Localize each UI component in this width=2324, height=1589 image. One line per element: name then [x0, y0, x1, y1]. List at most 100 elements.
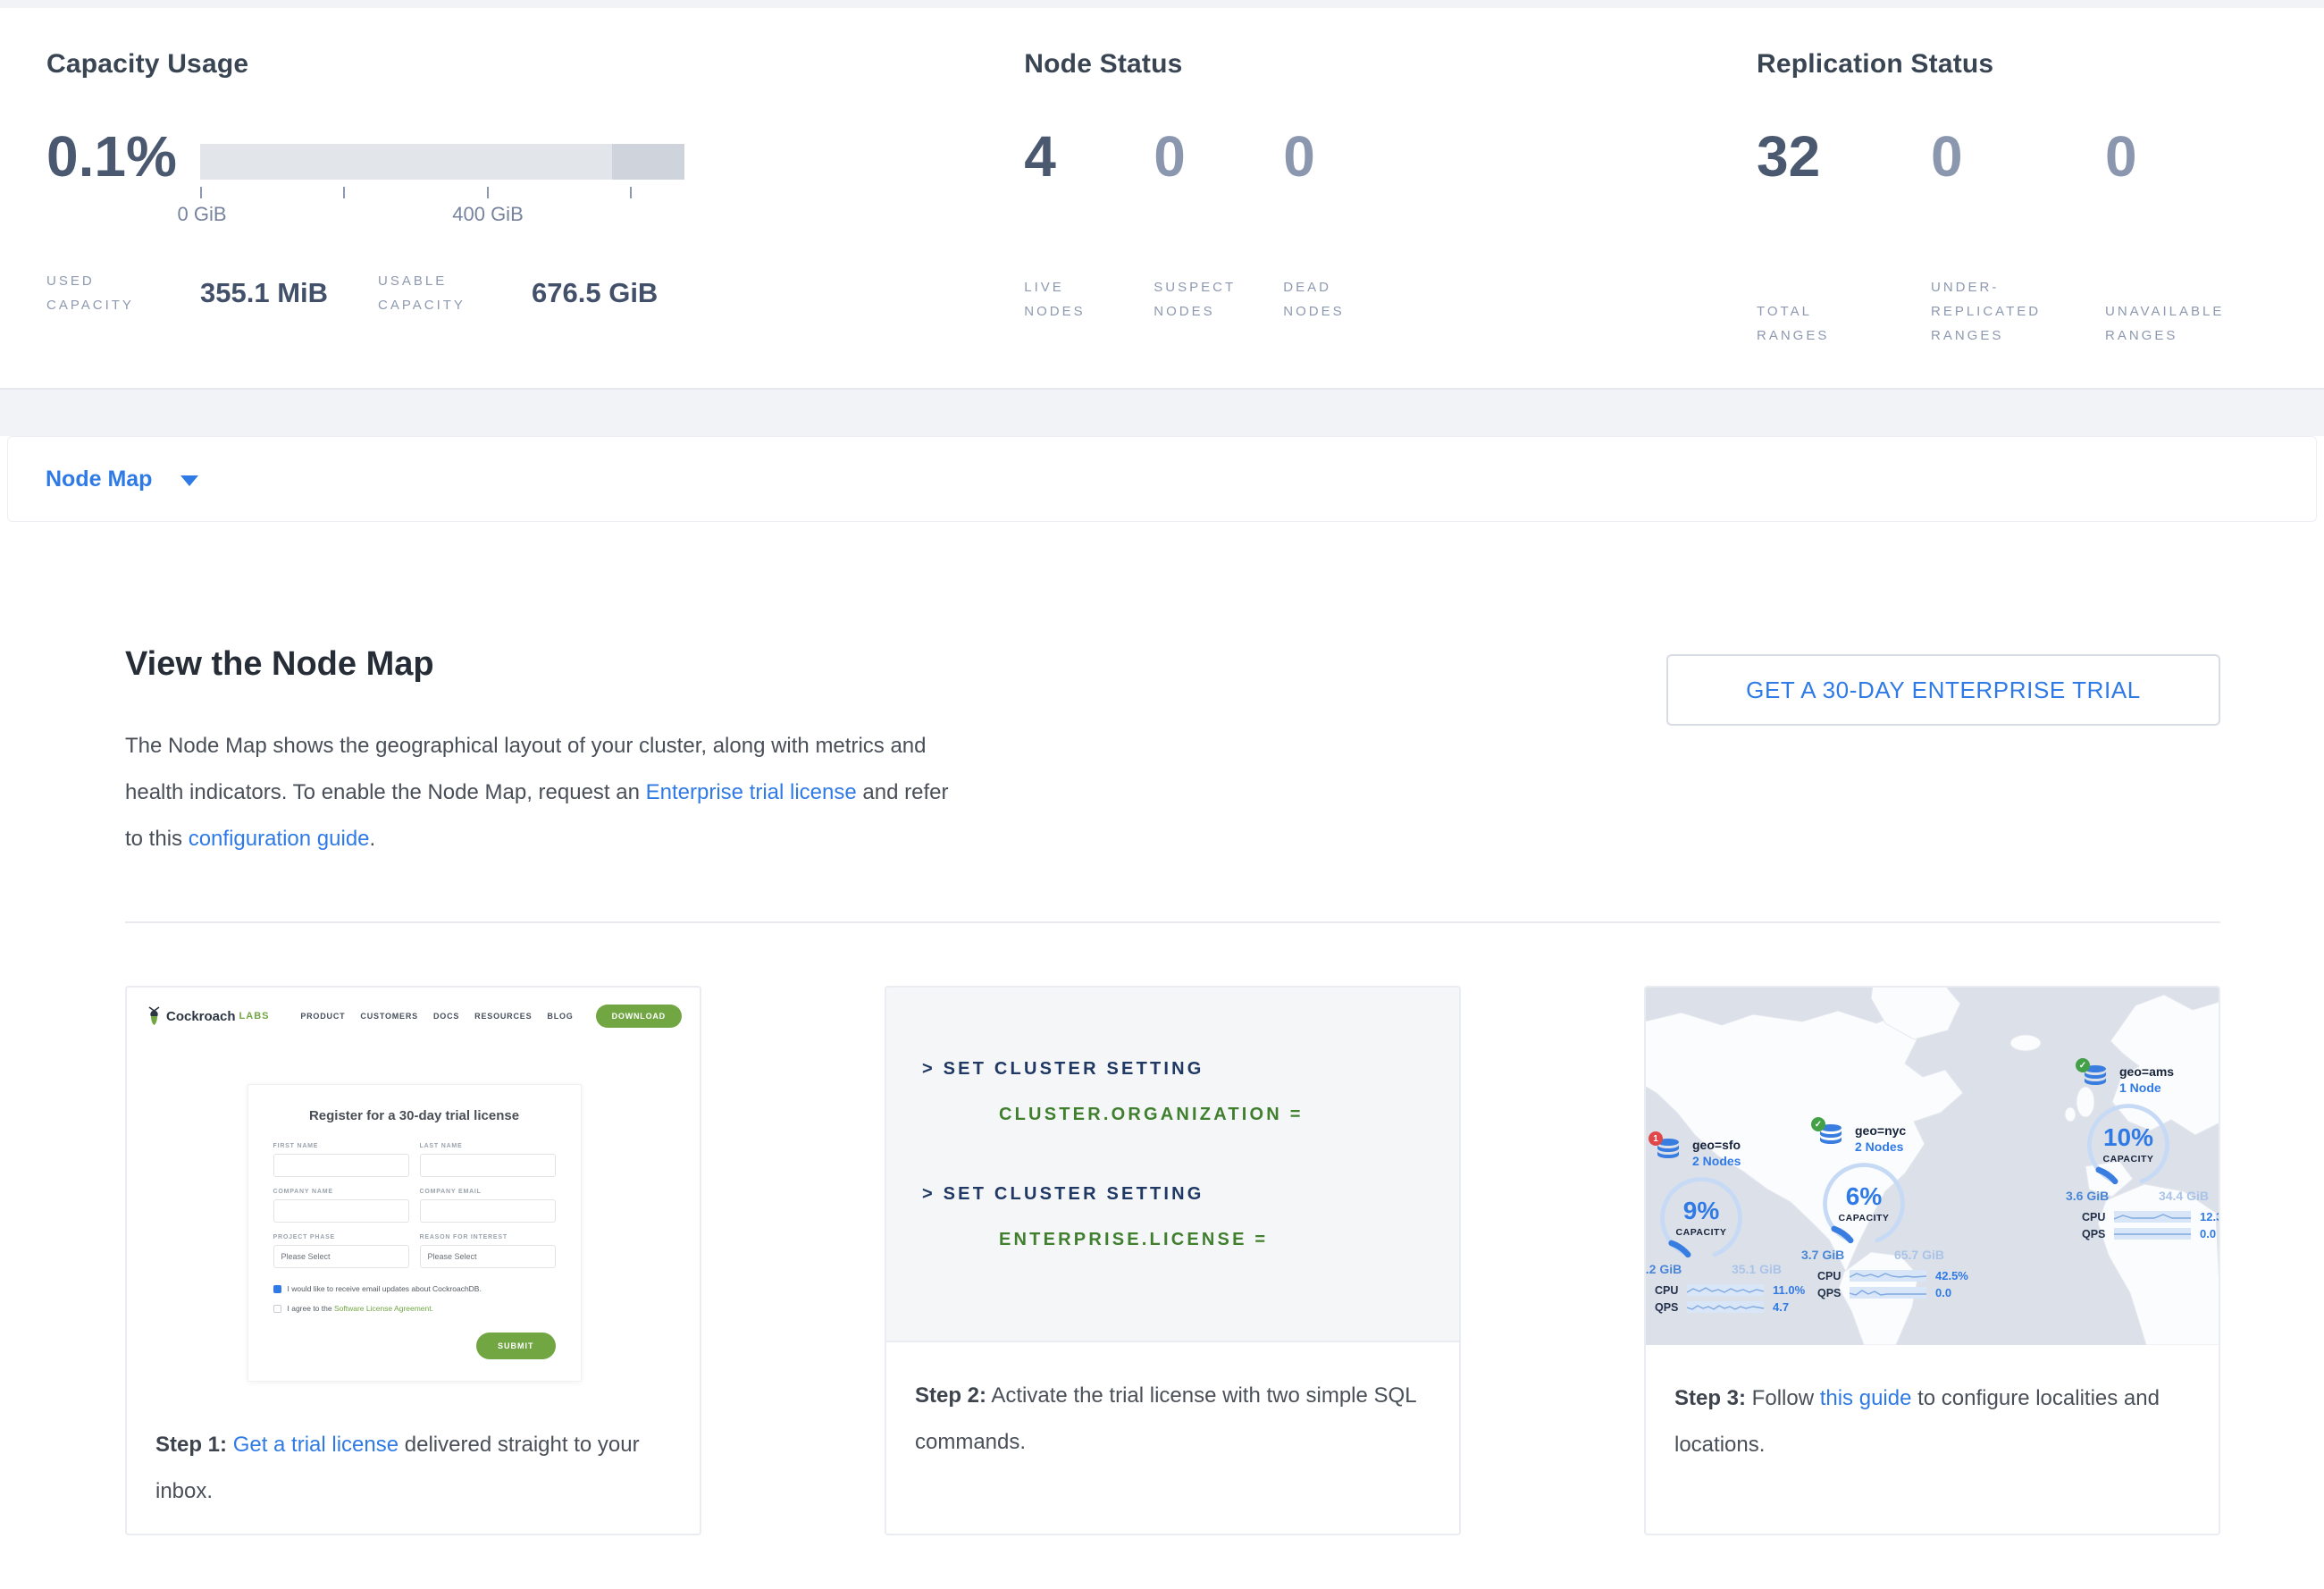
- node-count: 2 Nodes: [1855, 1139, 1906, 1154]
- usable-capacity-value: 676.5 GiB: [532, 277, 658, 309]
- capacity-label: CAPACITY: [2082, 1154, 2175, 1164]
- sql-prompt-line: > SET CLUSTER SETTING: [922, 1059, 1459, 1080]
- form-field: COMPANY NAME: [273, 1189, 409, 1223]
- qps-sparkline: [1687, 1301, 1764, 1313]
- intro-paragraph-part: .: [370, 827, 376, 851]
- background-band: [0, 390, 2324, 436]
- capacity-bar-usable-segment: [200, 144, 612, 180]
- node-map-dropdown-label: Node Map: [46, 467, 152, 492]
- sql-arg-line: ENTERPRISE.LICENSE =: [999, 1230, 1459, 1250]
- trial-license-site-screenshot: Cockroach LABS PRODUCT CUSTOMERS DOCS RE…: [127, 988, 700, 1391]
- page-title: View the Node Map: [125, 645, 1010, 684]
- live-nodes-count: 4: [1024, 130, 1154, 184]
- qps-value: 0.0: [1935, 1286, 1951, 1299]
- cockroach-bug-icon: [147, 1006, 162, 1026]
- form-field: COMPANY EMAIL: [420, 1189, 556, 1223]
- cpu-value: 12.3%: [2200, 1210, 2219, 1223]
- form-field: PROJECT PHASE Please Select: [273, 1234, 409, 1268]
- sql-arg-line: CLUSTER.ORGANIZATION =: [999, 1105, 1459, 1125]
- form-field: LAST NAME: [420, 1143, 556, 1177]
- step2-caption: Step 2: Activate the trial license with …: [886, 1342, 1459, 1466]
- suspect-nodes-count: 0: [1154, 130, 1283, 184]
- nav-item: CUSTOMERS: [360, 1012, 418, 1021]
- intro-text: View the Node Map The Node Map shows the…: [125, 645, 1010, 862]
- cpu-value: 11.0%: [1773, 1283, 1805, 1297]
- company-email-field: [420, 1199, 556, 1223]
- form-title: Register for a 30-day trial license: [273, 1108, 556, 1123]
- dead-nodes-label: DEADNODES: [1283, 275, 1413, 324]
- node-status-title: Node Status: [1024, 49, 1757, 80]
- capacity-percent: 9%: [1655, 1197, 1748, 1225]
- chevron-down-icon: [180, 475, 198, 486]
- license-agreement-link: Software License Agreement.: [334, 1304, 433, 1313]
- used-capacity-label: USED CAPACITY: [46, 269, 200, 317]
- configuration-guide-link[interactable]: configuration guide: [189, 827, 370, 851]
- unavailable-label: UNAVAILABLERANGES: [2105, 299, 2279, 348]
- replication-status-section: Replication Status 32 0 0 TOTALRANGES UN…: [1757, 49, 2279, 388]
- cpu-sparkline: [1850, 1270, 1926, 1282]
- total-ranges-count: 32: [1757, 130, 1931, 184]
- error-badge-icon: 1: [1649, 1131, 1663, 1146]
- capacity-usage-title: Capacity Usage: [46, 49, 1024, 80]
- dead-nodes-count: 0: [1283, 130, 1413, 184]
- axis-tick: [630, 187, 632, 198]
- step1-caption: Step 1: Get a trial license delivered st…: [127, 1391, 700, 1515]
- cpu-label: CPU: [1655, 1284, 1687, 1297]
- qps-label: QPS: [1655, 1301, 1687, 1314]
- checkbox-empty-icon: [273, 1305, 281, 1313]
- capacity-label: CAPACITY: [1817, 1213, 1910, 1223]
- capacity-bar: 0 GiB 400 GiB: [200, 144, 684, 230]
- sql-commands-panel: > SET CLUSTER SETTING CLUSTER.ORGANIZATI…: [886, 988, 1459, 1342]
- capacity-percent: 6%: [1817, 1182, 1910, 1211]
- project-phase-select: Please Select: [273, 1245, 409, 1268]
- form-field: REASON FOR INTEREST Please Select: [420, 1234, 556, 1268]
- map-node-sfo: 1 geo=sfo 2 Nodes: [1655, 1138, 1825, 1314]
- capacity-usage-section: Capacity Usage 0.1% 0 GiB 400 GiB: [46, 49, 1024, 388]
- checkbox-checked-icon: [273, 1285, 281, 1293]
- step1-card: Cockroach LABS PRODUCT CUSTOMERS DOCS RE…: [125, 986, 701, 1535]
- company-name-field: [273, 1199, 409, 1223]
- top-strip: [0, 0, 2324, 8]
- cpu-sparkline: [2114, 1211, 2191, 1223]
- nav-item: BLOG: [547, 1012, 573, 1021]
- used-capacity-value: 355.1 MiB: [200, 277, 328, 309]
- capacity-gauge: 10% CAPACITY: [2082, 1098, 2175, 1196]
- axis-tick: [487, 187, 489, 198]
- qps-value: 4.7: [1773, 1300, 1789, 1314]
- section-divider: [125, 921, 2220, 923]
- trial-registration-form: Register for a 30-day trial license FIRS…: [248, 1084, 582, 1382]
- get-trial-license-link[interactable]: Get a trial license: [233, 1433, 399, 1457]
- capacity-bar-axis: 0 GiB 400 GiB: [200, 180, 684, 230]
- under-replicated-label: UNDER- REPLICATED RANGES: [1931, 275, 2105, 348]
- node-status-section: Node Status 4 0 0 LIVENODES SUSPECTNODES…: [1024, 49, 1757, 388]
- sql-prompt-line: > SET CLUSTER SETTING: [922, 1184, 1459, 1205]
- qps-label: QPS: [2082, 1228, 2114, 1240]
- locality-name: geo=ams: [2119, 1064, 2174, 1079]
- nav-item: RESOURCES: [474, 1012, 532, 1021]
- unavailable-count: 0: [2105, 130, 2279, 184]
- under-replicated-count: 0: [1931, 130, 2105, 184]
- cpu-sparkline: [1687, 1284, 1764, 1296]
- qps-label: QPS: [1817, 1287, 1850, 1299]
- this-guide-link[interactable]: this guide: [1820, 1386, 1912, 1410]
- capacity-bar-overflow-segment: [612, 144, 684, 180]
- cluster-summary-bar: Capacity Usage 0.1% 0 GiB 400 GiB: [0, 8, 2324, 390]
- axis-tick-label-0: 0 GiB: [177, 203, 226, 226]
- capacity-percent: 0.1%: [46, 130, 182, 230]
- locality-name: geo=sfo: [1692, 1138, 1741, 1152]
- license-agreement-checkbox-row: I agree to the Software License Agreemen…: [273, 1304, 556, 1313]
- step3-card: 1 geo=sfo 2 Nodes: [1644, 986, 2220, 1535]
- capacity-label: CAPACITY: [1655, 1227, 1748, 1238]
- node-map-promo-section: View the Node Map The Node Map shows the…: [0, 522, 2324, 1535]
- node-count: 1 Node: [2119, 1080, 2174, 1095]
- enterprise-trial-license-link[interactable]: Enterprise trial license: [646, 780, 857, 804]
- node-count: 2 Nodes: [1692, 1154, 1741, 1168]
- download-button: DOWNLOAD: [596, 1005, 682, 1028]
- get-enterprise-trial-button[interactable]: GET A 30-DAY ENTERPRISE TRIAL: [1666, 654, 2220, 726]
- cockroach-labs-logo: Cockroach LABS: [147, 1006, 269, 1026]
- brand-suffix: LABS: [239, 1011, 270, 1022]
- usable-capacity-label: USABLE CAPACITY: [378, 269, 532, 317]
- last-name-field: [420, 1154, 556, 1177]
- submit-button: SUBMIT: [476, 1333, 556, 1359]
- node-map-dropdown[interactable]: Node Map: [7, 436, 2317, 522]
